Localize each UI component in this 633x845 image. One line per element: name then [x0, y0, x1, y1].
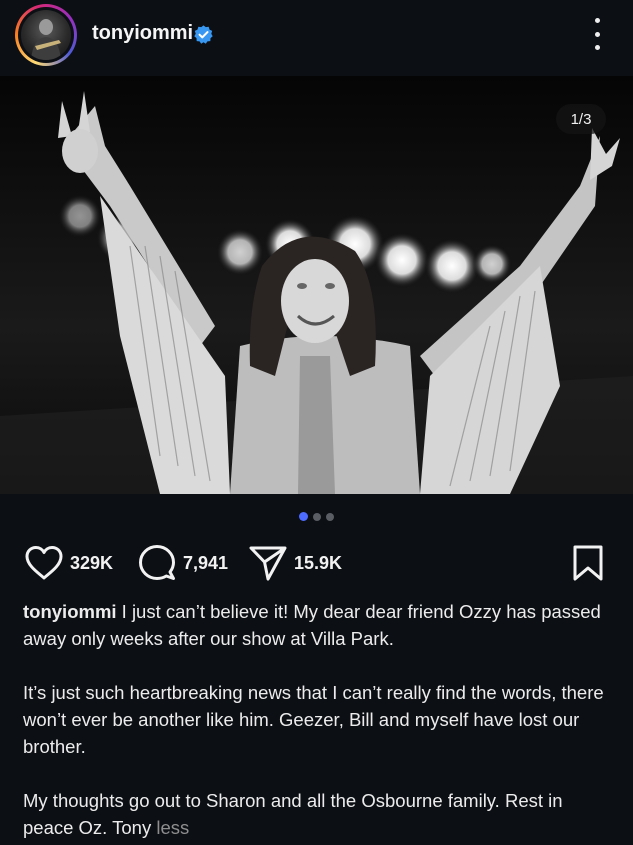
carousel-indicator — [0, 512, 633, 521]
like-button[interactable]: 329K — [24, 540, 113, 586]
caption-text-3: My thoughts go out to Sharon and all the… — [23, 790, 563, 838]
avatar[interactable] — [15, 4, 77, 66]
verified-badge-icon — [194, 25, 213, 44]
share-button[interactable]: 15.9K — [248, 540, 342, 586]
avatar-frame — [18, 7, 74, 63]
caption-paragraph-2: It’s just such heartbreaking news that I… — [23, 682, 604, 757]
like-count: 329K — [70, 552, 114, 573]
performer-photo — [0, 76, 633, 494]
caption-paragraph-3: My thoughts go out to Sharon and all the… — [23, 787, 613, 841]
carousel-dot — [326, 513, 334, 521]
image-counter: 1/3 — [556, 104, 606, 134]
dot-icon — [594, 18, 600, 23]
avatar-figure-icon — [31, 19, 61, 60]
post-caption: tonyiommi I just can’t believe it! My de… — [23, 598, 613, 845]
comment-icon — [139, 545, 175, 580]
bookmark-icon[interactable] — [572, 544, 604, 582]
caption-username[interactable]: tonyiommi — [23, 601, 117, 622]
share-count: 15.9K — [294, 552, 343, 573]
send-icon — [249, 546, 287, 581]
dot-icon — [594, 31, 600, 37]
heart-icon — [25, 546, 63, 580]
post-image[interactable]: 1/3 — [0, 76, 633, 494]
carousel-dot-active — [299, 512, 308, 521]
header-username[interactable]: tonyiommi — [92, 22, 193, 45]
caption-paragraph-1: tonyiommi I just can’t believe it! My de… — [23, 598, 613, 652]
post-header: tonyiommi — [0, 0, 633, 74]
comment-count: 7,941 — [183, 552, 229, 573]
dot-icon — [594, 45, 600, 50]
carousel-dot — [313, 513, 321, 521]
avatar-photo — [21, 10, 71, 60]
action-bar: 329K 7,941 15.9K — [0, 540, 633, 586]
comment-button[interactable]: 7,941 — [137, 540, 228, 586]
more-options-button[interactable] — [590, 18, 604, 50]
less-link[interactable]: less — [156, 817, 189, 838]
